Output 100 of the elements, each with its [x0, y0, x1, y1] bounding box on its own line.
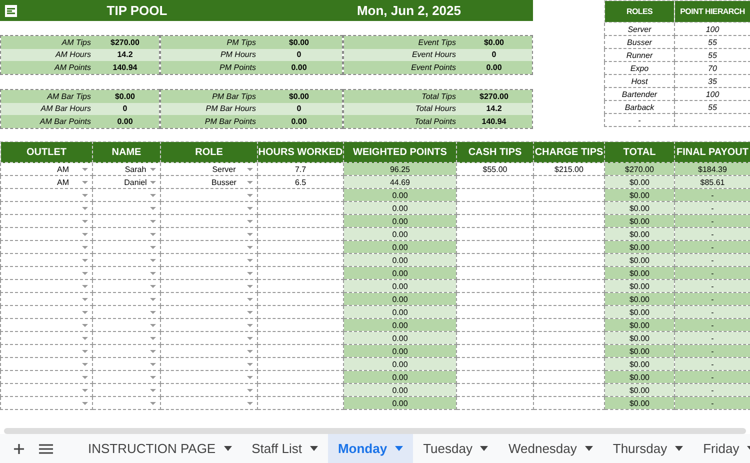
dropdown-cell[interactable] [0, 188, 92, 202]
dropdown-icon[interactable] [82, 168, 88, 171]
sheet-tab[interactable]: INSTRUCTION PAGE [78, 434, 242, 463]
dropdown-cell[interactable] [0, 332, 92, 344]
dropdown-cell[interactable]: Server [160, 162, 258, 176]
dropdown-cell[interactable] [0, 306, 92, 318]
dropdown-cell[interactable] [160, 396, 258, 410]
dropdown-cell[interactable] [92, 214, 160, 228]
dropdown-cell[interactable]: AM [0, 176, 92, 188]
dropdown-cell[interactable] [160, 280, 258, 292]
sheet-tab[interactable]: Friday [693, 434, 750, 463]
dropdown-icon[interactable] [82, 285, 88, 288]
dropdown-icon[interactable] [82, 298, 88, 301]
dropdown-cell[interactable]: Sarah [92, 162, 160, 176]
dropdown-icon[interactable] [150, 233, 156, 236]
dropdown-icon[interactable] [82, 324, 88, 327]
dropdown-icon[interactable] [82, 376, 88, 379]
dropdown-icon[interactable] [247, 363, 253, 366]
dropdown-cell[interactable] [160, 214, 258, 228]
dropdown-cell[interactable] [92, 344, 160, 358]
dropdown-cell[interactable] [0, 202, 92, 214]
dropdown-cell[interactable] [160, 332, 258, 344]
dropdown-cell[interactable] [92, 188, 160, 202]
dropdown-icon[interactable] [82, 350, 88, 353]
dropdown-cell[interactable] [0, 214, 92, 228]
dropdown-cell[interactable] [92, 202, 160, 214]
dropdown-cell[interactable] [0, 344, 92, 358]
dropdown-cell[interactable] [160, 266, 258, 280]
dropdown-icon[interactable] [82, 402, 88, 405]
dropdown-cell[interactable] [160, 188, 258, 202]
dropdown-icon[interactable] [150, 285, 156, 288]
dropdown-cell[interactable] [160, 358, 258, 370]
dropdown-icon[interactable] [150, 246, 156, 249]
dropdown-icon[interactable] [247, 311, 253, 314]
dropdown-cell[interactable] [0, 292, 92, 306]
dropdown-cell[interactable] [92, 292, 160, 306]
sheet-tab[interactable]: Thursday [602, 434, 694, 463]
dropdown-icon[interactable] [247, 259, 253, 262]
dropdown-cell[interactable] [92, 332, 160, 344]
dropdown-cell[interactable] [160, 228, 258, 240]
dropdown-cell[interactable] [0, 384, 92, 396]
dropdown-icon[interactable] [247, 220, 253, 223]
dropdown-cell[interactable] [160, 370, 258, 384]
dropdown-cell[interactable] [92, 306, 160, 318]
dropdown-cell[interactable] [160, 202, 258, 214]
dropdown-cell[interactable] [92, 280, 160, 292]
sheet-tab[interactable]: Wednesday [498, 434, 603, 463]
dropdown-cell[interactable] [0, 358, 92, 370]
dropdown-cell[interactable] [92, 384, 160, 396]
dropdown-cell[interactable] [0, 318, 92, 332]
dropdown-icon[interactable] [247, 337, 253, 340]
dropdown-icon[interactable] [247, 246, 253, 249]
dropdown-cell[interactable] [92, 254, 160, 266]
dropdown-cell[interactable] [0, 370, 92, 384]
sheet-tab[interactable]: Staff List [242, 434, 328, 463]
dropdown-cell[interactable] [0, 254, 92, 266]
caret-icon[interactable] [310, 446, 318, 451]
dropdown-icon[interactable] [247, 389, 253, 392]
dropdown-icon[interactable] [150, 259, 156, 262]
dropdown-icon[interactable] [82, 233, 88, 236]
dropdown-icon[interactable] [150, 168, 156, 171]
dropdown-icon[interactable] [82, 207, 88, 210]
dropdown-cell[interactable] [0, 396, 92, 410]
dropdown-icon[interactable] [82, 194, 88, 197]
dropdown-cell[interactable]: Busser [160, 176, 258, 188]
dropdown-icon[interactable] [247, 233, 253, 236]
dropdown-icon[interactable] [82, 272, 88, 275]
dropdown-icon[interactable] [82, 259, 88, 262]
dropdown-icon[interactable] [247, 376, 253, 379]
caret-icon[interactable] [675, 446, 684, 451]
dropdown-cell[interactable] [160, 384, 258, 396]
dropdown-icon[interactable] [150, 389, 156, 392]
dropdown-icon[interactable] [247, 298, 253, 301]
dropdown-cell[interactable] [92, 358, 160, 370]
dropdown-cell[interactable] [0, 280, 92, 292]
caret-icon[interactable] [224, 446, 232, 451]
dropdown-cell[interactable] [160, 306, 258, 318]
dropdown-icon[interactable] [150, 350, 156, 353]
dropdown-icon[interactable] [247, 402, 253, 405]
dropdown-icon[interactable] [82, 389, 88, 392]
dropdown-icon[interactable] [82, 246, 88, 249]
dropdown-icon[interactable] [150, 337, 156, 340]
dropdown-icon[interactable] [150, 363, 156, 366]
dropdown-icon[interactable] [247, 168, 253, 171]
dropdown-icon[interactable] [82, 220, 88, 223]
dropdown-icon[interactable] [247, 324, 253, 327]
caret-icon[interactable] [480, 446, 488, 451]
dropdown-icon[interactable] [247, 285, 253, 288]
dropdown-cell[interactable] [92, 370, 160, 384]
dropdown-icon[interactable] [82, 337, 88, 340]
dropdown-icon[interactable] [150, 181, 156, 184]
dropdown-icon[interactable] [150, 272, 156, 275]
dropdown-icon[interactable] [150, 298, 156, 301]
dropdown-icon[interactable] [82, 181, 88, 184]
sheet-tab[interactable]: Monday [328, 434, 414, 463]
dropdown-icon[interactable] [247, 272, 253, 275]
dropdown-icon[interactable] [150, 376, 156, 379]
dropdown-cell[interactable] [160, 254, 258, 266]
dropdown-icon[interactable] [150, 324, 156, 327]
dropdown-cell[interactable] [160, 292, 258, 306]
